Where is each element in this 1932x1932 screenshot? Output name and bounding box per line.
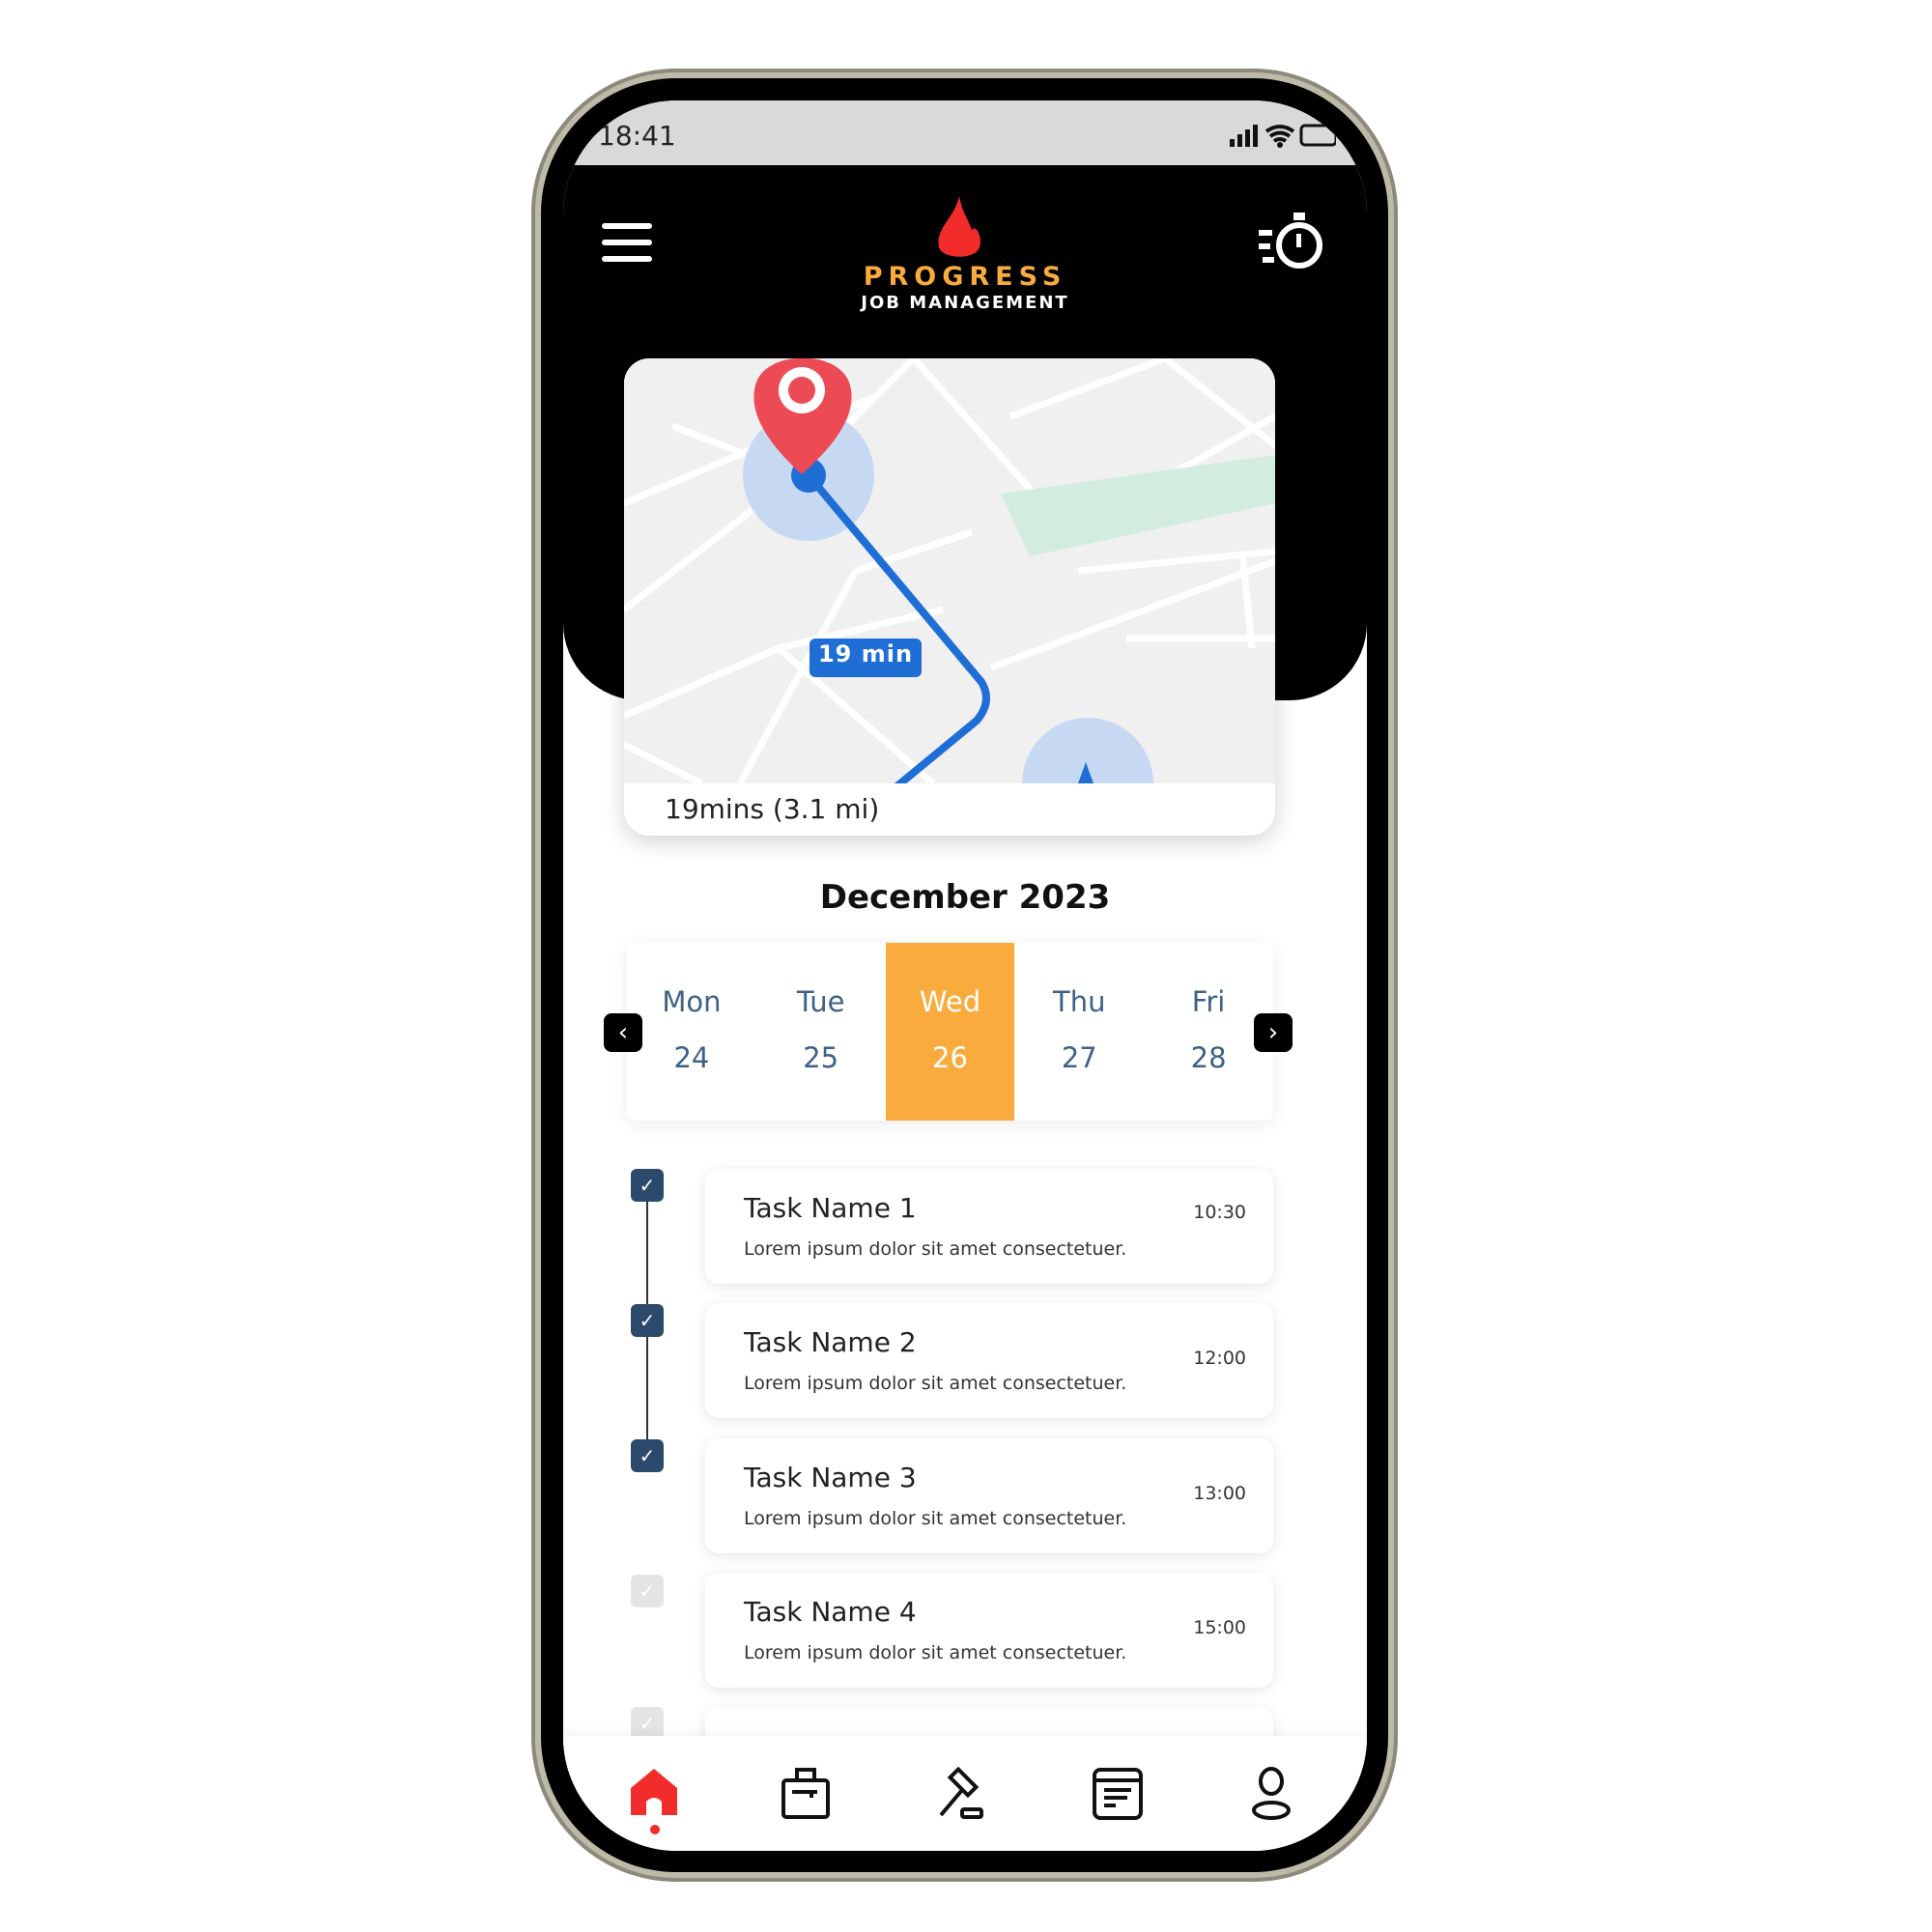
logo-subtitle: JOB MANAGEMENT xyxy=(861,293,1069,313)
task-desc: Lorem ipsum dolor sit amet consectetuer. xyxy=(744,1238,1127,1260)
task-name: Task Name 3 xyxy=(744,1462,917,1493)
task-card[interactable]: Task Name 1 Lorem ipsum dolor sit amet co… xyxy=(705,1169,1273,1284)
next-week-button[interactable]: › xyxy=(1254,1013,1293,1052)
day-number: 27 xyxy=(1061,1041,1097,1074)
day-wed-selected[interactable]: Wed 26 xyxy=(885,943,1015,1121)
task-card[interactable]: Task Name 4 Lorem ipsum dolor sit amet co… xyxy=(705,1573,1273,1688)
prev-week-button[interactable]: ‹ xyxy=(604,1013,642,1052)
route-map[interactable]: 19 min 19mins (3.1 mi) xyxy=(624,358,1275,836)
task-time: 10:30 xyxy=(1193,1202,1246,1223)
map-view[interactable] xyxy=(624,358,1275,836)
task-desc: Lorem ipsum dolor sit amet consectetuer. xyxy=(744,1642,1127,1663)
day-mon[interactable]: Mon 24 xyxy=(627,943,756,1121)
flame-logo-icon xyxy=(938,196,980,257)
task-checkbox-unchecked[interactable]: ✓ xyxy=(631,1707,664,1740)
day-tue[interactable]: Tue 25 xyxy=(756,943,886,1121)
day-name: Tue xyxy=(796,985,845,1018)
day-name: Fri xyxy=(1191,985,1226,1018)
stopwatch-icon[interactable] xyxy=(1259,209,1328,270)
home-icon[interactable] xyxy=(627,1767,681,1821)
active-indicator xyxy=(650,1825,660,1834)
task-name: Task Name 4 xyxy=(744,1596,917,1628)
day-name: Mon xyxy=(662,985,722,1018)
day-thu[interactable]: Thu 27 xyxy=(1014,943,1144,1121)
briefcase-icon[interactable] xyxy=(779,1767,833,1821)
task-checkbox-checked[interactable]: ✓ xyxy=(631,1169,664,1202)
task-name: Task Name 2 xyxy=(744,1326,917,1358)
task-desc: Lorem ipsum dolor sit amet consectetuer. xyxy=(744,1373,1127,1394)
app-screen: 18:41 PROGRESS JOB MANAGEMENT 19 min 19m… xyxy=(563,100,1367,1851)
status-bar: 18:41 xyxy=(563,100,1367,165)
day-name: Wed xyxy=(919,985,981,1018)
day-number: 24 xyxy=(673,1041,710,1074)
task-time: 15:00 xyxy=(1193,1617,1246,1638)
status-time: 18:41 xyxy=(598,120,676,152)
task-checkbox-checked[interactable]: ✓ xyxy=(631,1304,664,1337)
chevron-right-icon: › xyxy=(1267,1018,1279,1047)
bottom-nav xyxy=(563,1736,1367,1851)
user-icon[interactable] xyxy=(1244,1767,1298,1821)
week-strip: Mon 24 Tue 25 Wed 26 Thu 27 Fri 28 xyxy=(627,943,1273,1121)
document-icon[interactable] xyxy=(1091,1767,1145,1821)
route-time-badge: 19 min xyxy=(817,640,914,668)
task-desc: Lorem ipsum dolor sit amet consectetuer. xyxy=(744,1508,1127,1529)
task-card[interactable]: Task Name 3 Lorem ipsum dolor sit amet co… xyxy=(705,1438,1273,1553)
day-number: 26 xyxy=(932,1041,968,1074)
day-number: 25 xyxy=(803,1041,839,1074)
task-checkbox-checked[interactable]: ✓ xyxy=(631,1439,664,1472)
chevron-left-icon: ‹ xyxy=(617,1018,629,1047)
gavel-icon[interactable] xyxy=(933,1767,987,1821)
task-time: 13:00 xyxy=(1193,1483,1246,1504)
task-checkbox-unchecked[interactable]: ✓ xyxy=(631,1575,664,1607)
task-name: Task Name 1 xyxy=(744,1192,917,1224)
calendar-month: December 2023 xyxy=(819,878,1111,917)
task-card[interactable]: Task Name 2 Lorem ipsum dolor sit amet co… xyxy=(705,1303,1273,1418)
eta-text: 19mins (3.1 mi) xyxy=(665,793,880,825)
day-name: Thu xyxy=(1053,985,1106,1018)
logo-title: PROGRESS xyxy=(863,262,1067,292)
status-icons xyxy=(1230,124,1336,148)
task-time: 12:00 xyxy=(1193,1348,1246,1369)
